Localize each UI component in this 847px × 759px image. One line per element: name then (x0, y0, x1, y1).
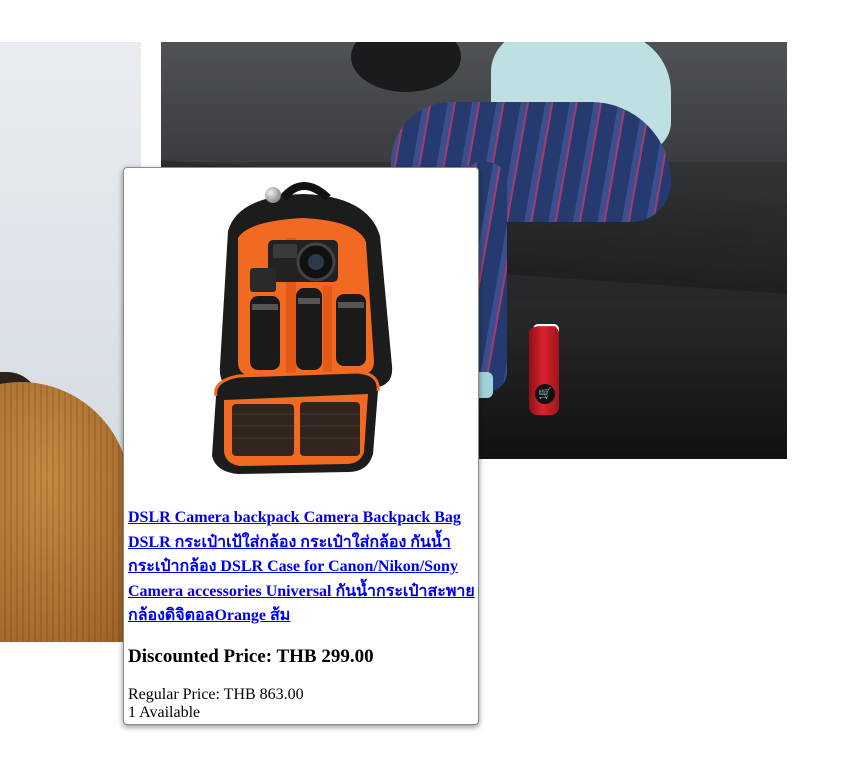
corduroy-jacket (0, 382, 130, 642)
product-title-link[interactable]: DSLR Camera backpack Camera Backpack Bag… (128, 506, 476, 629)
product-popup-card: DSLR Camera backpack Camera Backpack Bag… (123, 167, 479, 725)
cart-icon[interactable]: 🛒 (535, 384, 555, 404)
availability-count: 1 Available (128, 704, 201, 721)
camera-backpack-image[interactable] (168, 176, 438, 481)
regular-price: Regular Price: THB 863.00 (128, 686, 304, 703)
loading-spinner-icon (265, 187, 281, 203)
discounted-price: Discounted Price: THB 299.00 (128, 646, 374, 667)
background-photo-left (0, 42, 141, 642)
